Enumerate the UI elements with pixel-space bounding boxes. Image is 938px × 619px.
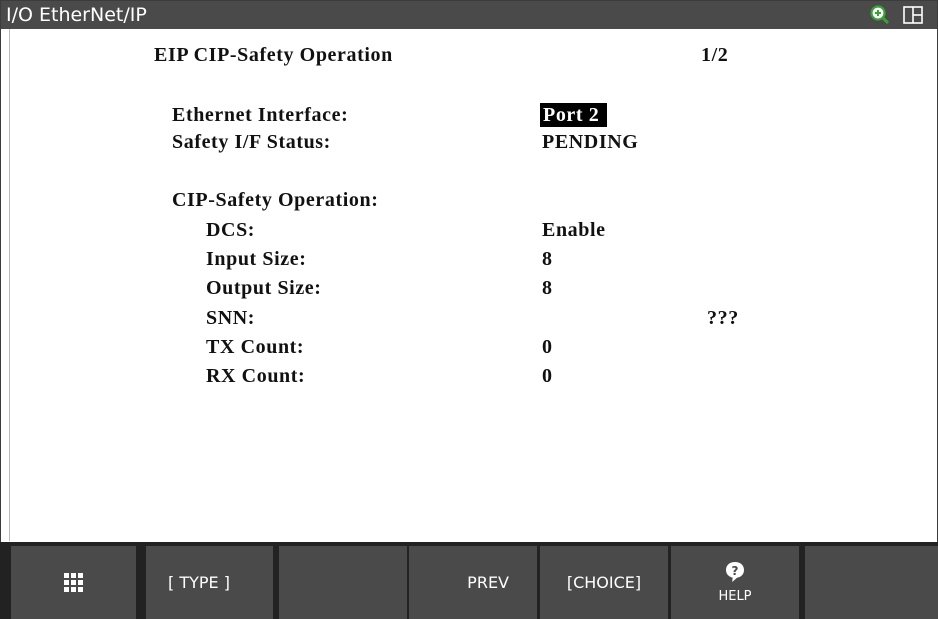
output-size-value[interactable]: 8 [542,276,553,300]
choice-button[interactable]: [CHOICE] [540,546,668,619]
f5-button[interactable] [805,546,938,619]
ethernet-interface-value[interactable]: Port 2 [540,103,608,127]
ethernet-interface-label: Ethernet Interface: [172,104,349,126]
rx-count-value[interactable]: 0 [542,364,553,388]
pendant-screen: I/O EtherNet/IP EIP CIP-Safety Operation… [0,0,938,619]
svg-text:?: ? [732,564,739,578]
section-title: CIP-Safety Operation: [172,189,379,211]
input-size-value[interactable]: 8 [542,247,553,271]
menu-grid-icon [64,573,83,592]
output-size-label: Output Size: [206,277,322,299]
tx-count-label: TX Count: [206,336,305,358]
snn-value[interactable]: ??? [707,306,739,330]
function-key-bar: [ TYPE ] PREV [CHOICE] ? HELP [0,542,938,619]
dcs-label: DCS: [206,219,256,241]
split-screen-icon[interactable] [903,6,923,24]
menu-button[interactable] [11,546,136,619]
safety-status-label: Safety I/F Status: [172,131,331,153]
f2-button[interactable] [279,546,407,619]
page-indicator: 1/2 [701,44,729,66]
snn-label: SNN: [206,307,256,329]
prev-button[interactable]: PREV [409,546,537,619]
window-title: I/O EtherNet/IP [6,4,147,26]
safety-status-value[interactable]: PENDING [542,130,638,154]
rx-count-label: RX Count: [206,365,306,387]
tx-count-value[interactable]: 0 [542,335,553,359]
screen-header: EIP CIP-Safety Operation [154,44,393,66]
help-button[interactable]: ? HELP [671,546,799,619]
dcs-value[interactable]: Enable [542,218,606,242]
title-bar: I/O EtherNet/IP [1,1,937,29]
type-button[interactable]: [ TYPE ] [146,546,273,619]
input-size-label: Input Size: [206,248,307,270]
help-question-icon: ? [726,562,744,582]
zoom-in-icon[interactable] [870,5,890,25]
content-area: EIP CIP-Safety Operation 1/2 Ethernet In… [9,29,936,541]
help-label: HELP [718,589,752,604]
